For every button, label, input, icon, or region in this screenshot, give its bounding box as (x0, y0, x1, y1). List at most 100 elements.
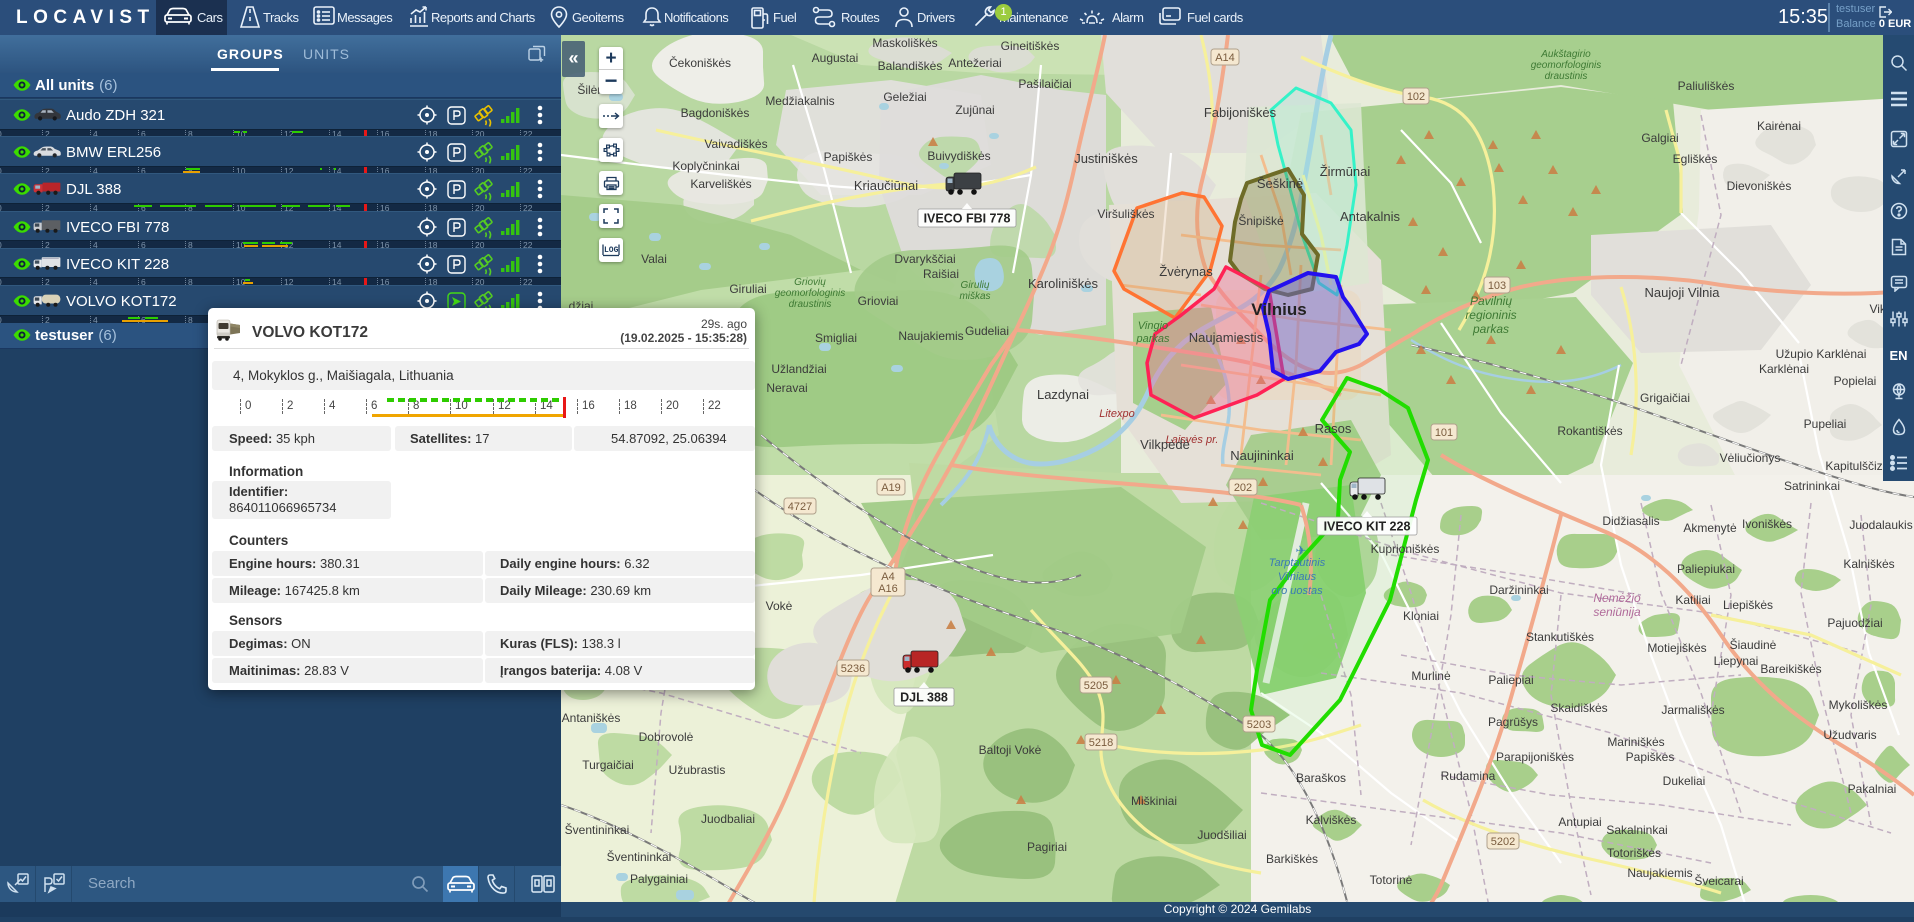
svg-text:Mariniškės: Mariniškės (1607, 735, 1664, 749)
svg-text:Kuprioniškės: Kuprioniškės (1371, 542, 1440, 556)
svg-text:Rudamina: Rudamina (1441, 769, 1496, 783)
svg-text:Dukeliai: Dukeliai (1663, 774, 1706, 788)
svg-text:Valai: Valai (641, 252, 667, 266)
svg-text:Antakalnis: Antakalnis (1340, 209, 1400, 224)
svg-text:Paliuliškės: Paliuliškės (1678, 79, 1735, 93)
svg-text:geomorfologinis: geomorfologinis (775, 288, 846, 299)
svg-text:Motiejiškės: Motiejiškės (1647, 641, 1706, 655)
svg-text:Juodalaukis: Juodalaukis (1849, 518, 1912, 532)
svg-text:Medžiakalnis: Medžiakalnis (765, 94, 834, 108)
svg-text:Kalniškės: Kalniškės (1843, 557, 1894, 571)
svg-text:Litexpo: Litexpo (1099, 408, 1134, 420)
svg-text:Sakalninkai: Sakalninkai (1606, 823, 1667, 837)
svg-text:Antaniškės: Antaniškės (562, 711, 621, 725)
svg-text:Mykoliškės: Mykoliškės (1829, 698, 1888, 712)
svg-text:Žvėrynas: Žvėrynas (1159, 264, 1213, 279)
svg-text:Kriaučiūnai: Kriaučiūnai (854, 178, 918, 193)
svg-text:Žirmūnai: Žirmūnai (1320, 164, 1371, 179)
svg-text:Zujūnai: Zujūnai (955, 103, 994, 117)
svg-text:Jarmališkės: Jarmališkės (1661, 703, 1724, 717)
svg-text:Pavilnių: Pavilnių (1470, 294, 1512, 308)
svg-text:Miškiniai: Miškiniai (1131, 794, 1177, 808)
svg-text:Vokė: Vokė (766, 599, 793, 613)
svg-text:4727: 4727 (788, 501, 812, 513)
svg-text:Dievoniškės: Dievoniškės (1727, 179, 1792, 193)
svg-text:Šventininkai: Šventininkai (607, 849, 672, 864)
svg-text:parkas: parkas (1472, 322, 1509, 336)
svg-text:Naujininkai: Naujininkai (1230, 448, 1294, 463)
svg-text:IVECO KIT 228: IVECO KIT 228 (1324, 520, 1411, 534)
svg-text:Bareikiškės: Bareikiškės (1760, 662, 1821, 676)
svg-text:Buivydiškės: Buivydiškės (927, 149, 990, 163)
svg-text:Smigliai: Smigliai (815, 331, 857, 345)
svg-text:Naujoji Vilnia: Naujoji Vilnia (1645, 285, 1721, 300)
svg-text:geomorfologinis: geomorfologinis (1531, 60, 1602, 71)
svg-text:✈: ✈ (1296, 543, 1307, 558)
svg-text:A4: A4 (881, 571, 894, 583)
svg-text:Dvarykščiai: Dvarykščiai (894, 252, 955, 266)
svg-text:parkas: parkas (1135, 333, 1170, 345)
svg-text:Viršuliškės: Viršuliškės (1097, 207, 1154, 221)
svg-text:Karklėnai: Karklėnai (1759, 362, 1809, 376)
svg-text:IVECO FBI 778: IVECO FBI 778 (924, 212, 1011, 226)
svg-text:Griovių: Griovių (794, 277, 826, 288)
svg-text:Šnipiškė: Šnipiškė (1238, 213, 1284, 228)
svg-text:Fabijoniškės: Fabijoniškės (1204, 105, 1277, 120)
svg-text:Aukštagirio: Aukštagirio (1540, 49, 1591, 60)
svg-text:Egliškės: Egliškės (1673, 152, 1718, 166)
svg-text:Didžiasalis: Didžiasalis (1602, 514, 1659, 528)
svg-text:Papiškės: Papiškės (824, 150, 873, 164)
svg-text:Skaidiškės: Skaidiškės (1550, 701, 1607, 715)
svg-text:Katiliai: Katiliai (1675, 593, 1710, 607)
svg-text:Antežeriai: Antežeriai (948, 56, 1001, 70)
svg-text:Vingio: Vingio (1138, 320, 1168, 332)
svg-text:Pagrūšys: Pagrūšys (1488, 715, 1538, 729)
svg-text:Paliepiai: Paliepiai (1488, 673, 1533, 687)
svg-text:Pašilaičiai: Pašilaičiai (1018, 77, 1071, 91)
svg-text:Giruliai: Giruliai (729, 282, 766, 296)
svg-text:Satrininkai: Satrininkai (1784, 479, 1840, 493)
svg-text:Liepiškės: Liepiškės (1723, 598, 1773, 612)
svg-text:Palygainiai: Palygainiai (630, 872, 688, 886)
svg-text:5202: 5202 (1491, 836, 1515, 848)
svg-text:5203: 5203 (1247, 719, 1271, 731)
svg-text:Kapitulščiz: Kapitulščiz (1825, 459, 1882, 473)
svg-text:Girulių: Girulių (961, 280, 990, 291)
svg-text:Karveliškės: Karveliškės (690, 177, 751, 191)
svg-text:Šventininkai: Šventininkai (565, 822, 630, 837)
svg-text:Kloniai: Kloniai (1403, 609, 1439, 623)
svg-text:miškas: miškas (959, 291, 990, 302)
svg-text:DJL 388: DJL 388 (900, 691, 948, 705)
svg-text:Pajuodžiai: Pajuodžiai (1827, 616, 1882, 630)
svg-text:regioninis: regioninis (1465, 308, 1516, 322)
svg-text:oro uostas: oro uostas (1271, 585, 1323, 597)
svg-text:Balandiškės: Balandiškės (878, 59, 943, 73)
svg-text:Ivoniškės: Ivoniškės (1742, 517, 1792, 531)
svg-text:Kalviškės: Kalviškės (1306, 813, 1357, 827)
svg-text:Neravai: Neravai (766, 381, 807, 395)
svg-text:Augustai: Augustai (812, 51, 859, 65)
svg-text:Baraškos: Baraškos (1296, 771, 1346, 785)
svg-text:Šveicarai: Šveicarai (1694, 873, 1743, 888)
svg-text:Pagiriai: Pagiriai (1027, 840, 1067, 854)
svg-text:Dobrovolė: Dobrovolė (639, 730, 694, 744)
svg-text:Turgaičiai: Turgaičiai (582, 758, 634, 772)
svg-text:Raišiai: Raišiai (923, 267, 959, 281)
svg-text:103: 103 (1488, 280, 1506, 292)
svg-text:Vėliučionys: Vėliučionys (1720, 451, 1781, 465)
svg-text:Naujakiemis: Naujakiemis (1627, 866, 1692, 880)
svg-text:draustinis: draustinis (789, 299, 832, 310)
svg-text:Gineitiškės: Gineitiškės (1001, 39, 1060, 53)
svg-text:Vaivadiškės: Vaivadiškės (704, 137, 767, 151)
svg-text:Bagdoniškės: Bagdoniškės (681, 106, 750, 120)
svg-text:Papiškės: Papiškės (1626, 750, 1675, 764)
svg-text:Barkiškės: Barkiškės (1266, 852, 1318, 866)
svg-text:Baltoji Vokė: Baltoji Vokė (979, 743, 1042, 757)
svg-text:Geležiai: Geležiai (883, 90, 926, 104)
svg-text:Daržininkai: Daržininkai (1489, 583, 1548, 597)
svg-text:5236: 5236 (841, 663, 865, 675)
svg-text:A16: A16 (878, 583, 898, 595)
svg-text:Vilniaus: Vilniaus (1278, 571, 1317, 583)
svg-text:Liepynai: Liepynai (1714, 654, 1759, 668)
svg-text:Grioviai: Grioviai (858, 294, 899, 308)
